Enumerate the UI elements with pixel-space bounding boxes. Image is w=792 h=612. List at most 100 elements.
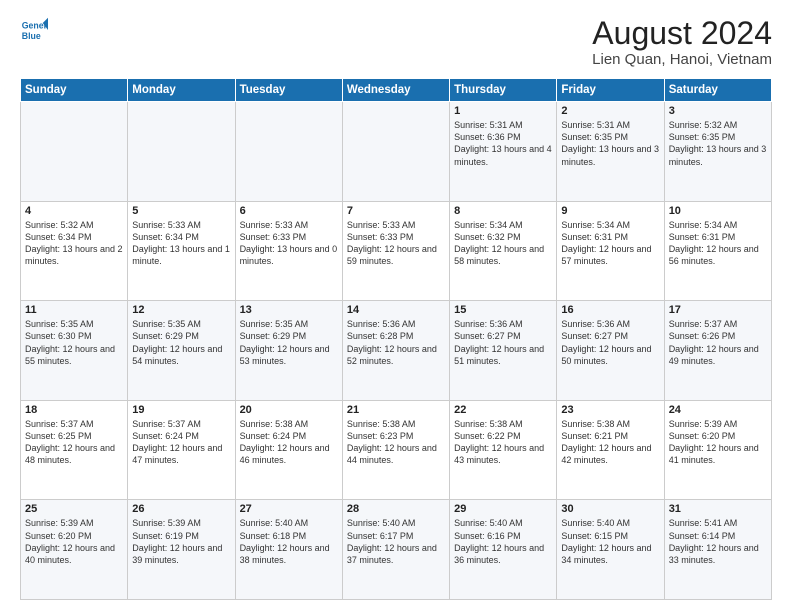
day-info: Sunrise: 5:37 AM Sunset: 6:26 PM Dayligh…: [669, 318, 767, 367]
calendar-cell: [235, 102, 342, 202]
day-info: Sunrise: 5:31 AM Sunset: 6:36 PM Dayligh…: [454, 119, 552, 168]
day-info: Sunrise: 5:34 AM Sunset: 6:31 PM Dayligh…: [669, 219, 767, 268]
calendar-cell: 25Sunrise: 5:39 AM Sunset: 6:20 PM Dayli…: [21, 500, 128, 600]
day-info: Sunrise: 5:32 AM Sunset: 6:34 PM Dayligh…: [25, 219, 123, 268]
day-number: 22: [454, 404, 552, 416]
day-info: Sunrise: 5:37 AM Sunset: 6:24 PM Dayligh…: [132, 418, 230, 467]
calendar-cell: 15 Sunrise: 5:36 AM Sunset: 6:27 PM Dayli…: [450, 301, 557, 401]
day-number: 4: [25, 205, 123, 217]
day-info: Sunrise: 5:40 AM Sunset: 6:18 PM Dayligh…: [240, 517, 338, 566]
day-number: 27: [240, 503, 338, 515]
day-info: Sunrise: 5:39 AM Sunset: 6:19 PM Dayligh…: [132, 517, 230, 566]
day-info: Sunrise: 5:40 AM Sunset: 6:17 PM Dayligh…: [347, 517, 445, 566]
day-info: Sunrise: 5:39 AM Sunset: 6:20 PM Dayligh…: [25, 517, 123, 566]
calendar-cell: 24 Sunrise: 5:39 AM Sunset: 6:20 PM Dayli…: [664, 400, 771, 500]
weekday-header: Wednesday: [342, 79, 449, 102]
day-info: Sunrise: 5:38 AM Sunset: 6:23 PM Dayligh…: [347, 418, 445, 467]
calendar-cell: 2 Sunrise: 5:31 AM Sunset: 6:35 PM Daylig…: [557, 102, 664, 202]
day-number: 26: [132, 503, 230, 515]
calendar-cell: 5 Sunrise: 5:33 AM Sunset: 6:34 PM Daylig…: [128, 201, 235, 301]
calendar-cell: 7 Sunrise: 5:33 AM Sunset: 6:33 PM Daylig…: [342, 201, 449, 301]
calendar-cell: 6Sunrise: 5:33 AM Sunset: 6:33 PM Daylig…: [235, 201, 342, 301]
day-info: Sunrise: 5:34 AM Sunset: 6:31 PM Dayligh…: [561, 219, 659, 268]
day-info: Sunrise: 5:41 AM Sunset: 6:14 PM Dayligh…: [669, 517, 767, 566]
day-info: Sunrise: 5:38 AM Sunset: 6:22 PM Dayligh…: [454, 418, 552, 467]
calendar-cell: 18 Sunrise: 5:37 AM Sunset: 6:25 PM Dayli…: [21, 400, 128, 500]
day-info: Sunrise: 5:31 AM Sunset: 6:35 PM Dayligh…: [561, 119, 659, 168]
calendar-cell: 21Sunrise: 5:38 AM Sunset: 6:23 PM Dayli…: [342, 400, 449, 500]
calendar-cell: 27 Sunrise: 5:40 AM Sunset: 6:18 PM Dayli…: [235, 500, 342, 600]
calendar-cell: 23Sunrise: 5:38 AM Sunset: 6:21 PM Dayli…: [557, 400, 664, 500]
calendar-cell: 4 Sunrise: 5:32 AM Sunset: 6:34 PM Daylig…: [21, 201, 128, 301]
day-number: 12: [132, 304, 230, 316]
day-info: Sunrise: 5:35 AM Sunset: 6:30 PM Dayligh…: [25, 318, 123, 367]
day-number: 15: [454, 304, 552, 316]
weekday-header: Friday: [557, 79, 664, 102]
logo-icon: General Blue: [20, 16, 48, 44]
calendar-cell: 1Sunrise: 5:31 AM Sunset: 6:36 PM Daylig…: [450, 102, 557, 202]
day-info: Sunrise: 5:33 AM Sunset: 6:33 PM Dayligh…: [347, 219, 445, 268]
calendar-cell: 26 Sunrise: 5:39 AM Sunset: 6:19 PM Dayli…: [128, 500, 235, 600]
day-info: Sunrise: 5:38 AM Sunset: 6:24 PM Dayligh…: [240, 418, 338, 467]
day-info: Sunrise: 5:34 AM Sunset: 6:32 PM Dayligh…: [454, 219, 552, 268]
calendar-cell: 20 Sunrise: 5:38 AM Sunset: 6:24 PM Dayli…: [235, 400, 342, 500]
day-number: 31: [669, 503, 767, 515]
day-info: Sunrise: 5:36 AM Sunset: 6:27 PM Dayligh…: [454, 318, 552, 367]
calendar-week-row: 11 Sunrise: 5:35 AM Sunset: 6:30 PM Dayli…: [21, 301, 772, 401]
day-number: 16: [561, 304, 659, 316]
day-number: 17: [669, 304, 767, 316]
calendar-cell: 11 Sunrise: 5:35 AM Sunset: 6:30 PM Dayli…: [21, 301, 128, 401]
header: General Blue August 2024 Lien Quan, Hano…: [20, 16, 772, 68]
calendar-cell: 13 Sunrise: 5:35 AM Sunset: 6:29 PM Dayli…: [235, 301, 342, 401]
day-info: Sunrise: 5:36 AM Sunset: 6:28 PM Dayligh…: [347, 318, 445, 367]
day-number: 18: [25, 404, 123, 416]
day-number: 7: [347, 205, 445, 217]
calendar-cell: 10 Sunrise: 5:34 AM Sunset: 6:31 PM Dayli…: [664, 201, 771, 301]
day-number: 20: [240, 404, 338, 416]
calendar-week-row: 1Sunrise: 5:31 AM Sunset: 6:36 PM Daylig…: [21, 102, 772, 202]
weekday-header: Sunday: [21, 79, 128, 102]
day-number: 28: [347, 503, 445, 515]
day-number: 10: [669, 205, 767, 217]
day-number: 29: [454, 503, 552, 515]
calendar-cell: 12 Sunrise: 5:35 AM Sunset: 6:29 PM Dayli…: [128, 301, 235, 401]
calendar-cell: 31 Sunrise: 5:41 AM Sunset: 6:14 PM Dayli…: [664, 500, 771, 600]
calendar-cell: [128, 102, 235, 202]
calendar-table: SundayMondayTuesdayWednesdayThursdayFrid…: [20, 78, 772, 600]
calendar-cell: 8 Sunrise: 5:34 AM Sunset: 6:32 PM Daylig…: [450, 201, 557, 301]
day-number: 19: [132, 404, 230, 416]
day-info: Sunrise: 5:35 AM Sunset: 6:29 PM Dayligh…: [132, 318, 230, 367]
svg-text:Blue: Blue: [22, 31, 41, 41]
day-info: Sunrise: 5:36 AM Sunset: 6:27 PM Dayligh…: [561, 318, 659, 367]
day-info: Sunrise: 5:40 AM Sunset: 6:15 PM Dayligh…: [561, 517, 659, 566]
weekday-header: Tuesday: [235, 79, 342, 102]
calendar-week-row: 25Sunrise: 5:39 AM Sunset: 6:20 PM Dayli…: [21, 500, 772, 600]
day-number: 8: [454, 205, 552, 217]
day-info: Sunrise: 5:37 AM Sunset: 6:25 PM Dayligh…: [25, 418, 123, 467]
day-info: Sunrise: 5:32 AM Sunset: 6:35 PM Dayligh…: [669, 119, 767, 168]
logo: General Blue: [20, 16, 48, 44]
calendar-week-row: 4 Sunrise: 5:32 AM Sunset: 6:34 PM Daylig…: [21, 201, 772, 301]
weekday-header: Thursday: [450, 79, 557, 102]
day-number: 2: [561, 105, 659, 117]
day-number: 11: [25, 304, 123, 316]
calendar-cell: 16 Sunrise: 5:36 AM Sunset: 6:27 PM Dayli…: [557, 301, 664, 401]
calendar-cell: 9 Sunrise: 5:34 AM Sunset: 6:31 PM Daylig…: [557, 201, 664, 301]
day-info: Sunrise: 5:40 AM Sunset: 6:16 PM Dayligh…: [454, 517, 552, 566]
calendar-week-row: 18 Sunrise: 5:37 AM Sunset: 6:25 PM Dayli…: [21, 400, 772, 500]
day-info: Sunrise: 5:33 AM Sunset: 6:33 PM Dayligh…: [240, 219, 338, 268]
day-info: Sunrise: 5:39 AM Sunset: 6:20 PM Dayligh…: [669, 418, 767, 467]
calendar-cell: 14 Sunrise: 5:36 AM Sunset: 6:28 PM Dayli…: [342, 301, 449, 401]
day-info: Sunrise: 5:33 AM Sunset: 6:34 PM Dayligh…: [132, 219, 230, 268]
day-info: Sunrise: 5:38 AM Sunset: 6:21 PM Dayligh…: [561, 418, 659, 467]
day-number: 14: [347, 304, 445, 316]
day-number: 13: [240, 304, 338, 316]
day-number: 9: [561, 205, 659, 217]
calendar-cell: 28 Sunrise: 5:40 AM Sunset: 6:17 PM Dayli…: [342, 500, 449, 600]
page: General Blue August 2024 Lien Quan, Hano…: [0, 0, 792, 612]
day-number: 30: [561, 503, 659, 515]
day-info: Sunrise: 5:35 AM Sunset: 6:29 PM Dayligh…: [240, 318, 338, 367]
day-number: 5: [132, 205, 230, 217]
day-number: 24: [669, 404, 767, 416]
header-row: SundayMondayTuesdayWednesdayThursdayFrid…: [21, 79, 772, 102]
